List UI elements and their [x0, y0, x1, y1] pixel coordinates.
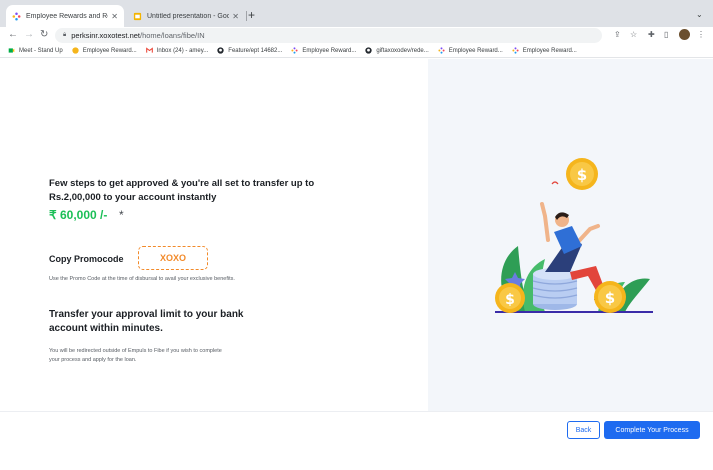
back-arrow-icon[interactable]: ← [8, 29, 18, 41]
tab-search-chevron-icon[interactable]: ⌄ [696, 10, 703, 19]
emoji-icon [72, 47, 79, 54]
browser-tab-active[interactable]: Employee Rewards and Recog ✕ [6, 5, 124, 27]
bookmark-label: Employee Reward... [448, 47, 503, 54]
tab-title: Employee Rewards and Recog [26, 12, 108, 20]
profile-avatar[interactable] [679, 29, 690, 40]
redirect-note: You will be redirected outside of Empuls… [49, 348, 222, 363]
bookmark-item[interactable]: Meet - Stand Up [8, 47, 63, 54]
url-host: perksinr.xoxotest.net [71, 31, 140, 40]
gmail-icon [145, 47, 153, 53]
coin-top-icon: $ [566, 158, 598, 190]
browser-tabstrip: Employee Rewards and Recog ✕ Untitled pr… [0, 0, 713, 27]
complete-process-button[interactable]: Complete Your Process [604, 421, 700, 439]
tab-close-icon[interactable]: ✕ [111, 12, 118, 21]
bookmarks-bar: Meet - Stand Up Employee Reward... Inbox… [0, 44, 713, 58]
address-bar[interactable]: 🔒︎ perksinr.xoxotest.net/home/loans/fibe… [55, 28, 602, 43]
amount-asterisk: * [119, 208, 124, 222]
bookmark-item[interactable]: Feature/ept 14682... [217, 47, 282, 54]
svg-text:$: $ [577, 166, 587, 184]
bookmark-item[interactable]: Employee Reward... [72, 47, 137, 54]
tab-title: Untitled presentation - Google [147, 12, 230, 20]
slides-favicon-icon [133, 12, 142, 20]
lock-icon: 🔒︎ [63, 32, 67, 38]
bookmark-label: giftaxoxodev/rede... [376, 47, 429, 54]
side-panel-icon[interactable]: ▯ [664, 30, 668, 40]
bookmark-item[interactable]: Employee Reward... [438, 47, 503, 54]
new-tab-icon[interactable]: + [248, 8, 255, 22]
xoxo-icon [291, 47, 298, 54]
loan-page: Few steps to get approved & you're all s… [0, 59, 713, 470]
promo-code-text: XOXO [159, 253, 186, 263]
xoxo-icon [438, 47, 445, 54]
kebab-menu-icon[interactable]: ⋮ [697, 30, 705, 40]
promo-label: Copy Promocode [49, 254, 124, 264]
tab-close-icon[interactable]: ✕ [232, 12, 239, 21]
browser-toolbar: ← → ↻ 🔒︎ perksinr.xoxotest.net/home/loan… [0, 27, 713, 44]
bookmark-item[interactable]: giftaxoxodev/rede... [365, 47, 429, 54]
bookmark-label: Employee Reward... [522, 47, 577, 54]
extensions-puzzle-icon[interactable]: ✚ [648, 30, 655, 40]
promo-note: Use the Promo Code at the time of disbur… [49, 276, 235, 282]
xoxo-icon [512, 47, 519, 54]
bookmark-item[interactable]: Inbox (24) - amey... [145, 47, 209, 54]
share-icon[interactable]: ⇪ [614, 30, 621, 40]
svg-text:$: $ [505, 292, 515, 308]
bookmark-label: Feature/ept 14682... [228, 47, 283, 54]
forward-arrow-icon[interactable]: → [24, 29, 34, 41]
svg-text:$: $ [605, 289, 615, 307]
bookmark-label: Inbox (24) - amey... [156, 47, 209, 54]
bookmark-label: Meet - Stand Up [19, 47, 63, 54]
bookmark-label: Employee Reward... [302, 47, 357, 54]
bookmark-star-icon[interactable]: ☆ [630, 30, 637, 40]
bookmark-item[interactable]: Employee Reward... [291, 47, 356, 54]
coin-right-icon: $ [594, 281, 626, 313]
bookmark-item[interactable]: Employee Reward... [512, 47, 577, 54]
github-icon [365, 47, 373, 54]
loan-illustration: $ $ $ [495, 158, 653, 313]
headline-text: Few steps to get approved & you're all s… [49, 178, 315, 203]
footer-bar [0, 411, 713, 470]
back-button-label: Back [575, 426, 592, 434]
transfer-title: Transfer your approval limit to your ban… [49, 309, 244, 334]
reload-icon[interactable]: ↻ [40, 29, 48, 41]
url-path: /home/loans/fibe/IN [140, 31, 205, 40]
github-icon [217, 47, 224, 54]
browser-tab-inactive[interactable]: Untitled presentation - Google ✕ [127, 5, 245, 27]
back-button[interactable]: Back [567, 421, 600, 439]
bookmark-label: Employee Reward... [82, 47, 137, 54]
tab-separator [246, 11, 247, 21]
xoxo-favicon-icon [12, 12, 21, 20]
loan-amount: ₹ 60,000 /- [49, 208, 108, 222]
complete-button-label: Complete Your Process [615, 426, 689, 434]
promo-code-box[interactable]: XOXO [138, 246, 208, 270]
coin-left-icon: $ [495, 283, 525, 313]
meet-icon [8, 48, 15, 53]
